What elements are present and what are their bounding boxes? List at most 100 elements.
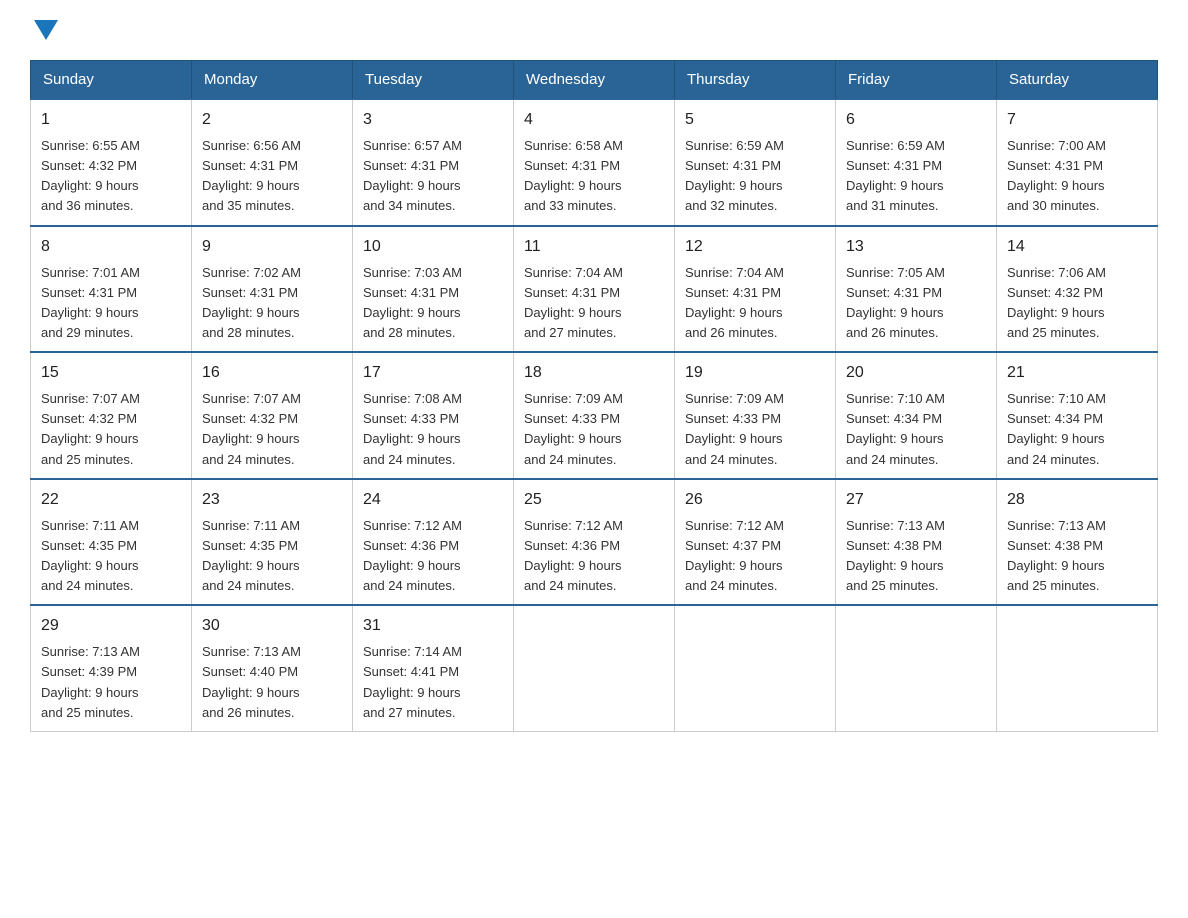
day-number-15: 15 [41,361,181,385]
day-cell-27: 27 Sunrise: 7:13 AMSunset: 4:38 PMDayligh… [836,479,997,606]
day-number-18: 18 [524,361,664,385]
day-number-31: 31 [363,614,503,638]
calendar-header-row: SundayMondayTuesdayWednesdayThursdayFrid… [31,61,1158,100]
day-cell-26: 26 Sunrise: 7:12 AMSunset: 4:37 PMDayligh… [675,479,836,606]
day-cell-15: 15 Sunrise: 7:07 AMSunset: 4:32 PMDayligh… [31,352,192,479]
day-info-13: Sunrise: 7:05 AMSunset: 4:31 PMDaylight:… [846,263,986,344]
day-info-28: Sunrise: 7:13 AMSunset: 4:38 PMDaylight:… [1007,516,1147,597]
day-number-5: 5 [685,108,825,132]
calendar-table: SundayMondayTuesdayWednesdayThursdayFrid… [30,60,1158,732]
header [30,24,1158,40]
empty-cell-w5-d6 [997,605,1158,731]
day-cell-30: 30 Sunrise: 7:13 AMSunset: 4:40 PMDayligh… [192,605,353,731]
header-saturday: Saturday [997,61,1158,100]
day-info-1: Sunrise: 6:55 AMSunset: 4:32 PMDaylight:… [41,136,181,217]
day-cell-20: 20 Sunrise: 7:10 AMSunset: 4:34 PMDayligh… [836,352,997,479]
day-number-8: 8 [41,235,181,259]
day-cell-31: 31 Sunrise: 7:14 AMSunset: 4:41 PMDayligh… [353,605,514,731]
day-info-21: Sunrise: 7:10 AMSunset: 4:34 PMDaylight:… [1007,389,1147,470]
day-info-10: Sunrise: 7:03 AMSunset: 4:31 PMDaylight:… [363,263,503,344]
day-number-11: 11 [524,235,664,259]
day-cell-28: 28 Sunrise: 7:13 AMSunset: 4:38 PMDayligh… [997,479,1158,606]
header-thursday: Thursday [675,61,836,100]
day-cell-3: 3Sunrise: 6:57 AMSunset: 4:31 PMDaylight… [353,99,514,226]
week-row-4: 22 Sunrise: 7:11 AMSunset: 4:35 PMDayligh… [31,479,1158,606]
day-info-20: Sunrise: 7:10 AMSunset: 4:34 PMDaylight:… [846,389,986,470]
day-number-23: 23 [202,488,342,512]
day-number-16: 16 [202,361,342,385]
day-info-11: Sunrise: 7:04 AMSunset: 4:31 PMDaylight:… [524,263,664,344]
header-wednesday: Wednesday [514,61,675,100]
day-info-9: Sunrise: 7:02 AMSunset: 4:31 PMDaylight:… [202,263,342,344]
day-cell-1: 1 Sunrise: 6:55 AMSunset: 4:32 PMDaylight… [31,99,192,226]
empty-cell-w5-d5 [836,605,997,731]
day-info-5: Sunrise: 6:59 AMSunset: 4:31 PMDaylight:… [685,136,825,217]
day-number-4: 4 [524,108,664,132]
day-number-19: 19 [685,361,825,385]
day-cell-14: 14 Sunrise: 7:06 AMSunset: 4:32 PMDayligh… [997,226,1158,353]
day-number-30: 30 [202,614,342,638]
day-number-24: 24 [363,488,503,512]
day-info-31: Sunrise: 7:14 AMSunset: 4:41 PMDaylight:… [363,642,503,723]
header-monday: Monday [192,61,353,100]
day-number-13: 13 [846,235,986,259]
day-cell-4: 4 Sunrise: 6:58 AMSunset: 4:31 PMDaylight… [514,99,675,226]
week-row-1: 1 Sunrise: 6:55 AMSunset: 4:32 PMDaylight… [31,99,1158,226]
day-cell-21: 21 Sunrise: 7:10 AMSunset: 4:34 PMDayligh… [997,352,1158,479]
day-cell-5: 5 Sunrise: 6:59 AMSunset: 4:31 PMDaylight… [675,99,836,226]
day-info-14: Sunrise: 7:06 AMSunset: 4:32 PMDaylight:… [1007,263,1147,344]
day-info-16: Sunrise: 7:07 AMSunset: 4:32 PMDaylight:… [202,389,342,470]
day-cell-29: 29 Sunrise: 7:13 AMSunset: 4:39 PMDayligh… [31,605,192,731]
day-info-15: Sunrise: 7:07 AMSunset: 4:32 PMDaylight:… [41,389,181,470]
header-tuesday: Tuesday [353,61,514,100]
day-info-2: Sunrise: 6:56 AMSunset: 4:31 PMDaylight:… [202,136,342,217]
day-info-23: Sunrise: 7:11 AMSunset: 4:35 PMDaylight:… [202,516,342,597]
day-cell-12: 12Sunrise: 7:04 AMSunset: 4:31 PMDayligh… [675,226,836,353]
day-info-4: Sunrise: 6:58 AMSunset: 4:31 PMDaylight:… [524,136,664,217]
header-friday: Friday [836,61,997,100]
week-row-3: 15 Sunrise: 7:07 AMSunset: 4:32 PMDayligh… [31,352,1158,479]
day-cell-22: 22 Sunrise: 7:11 AMSunset: 4:35 PMDayligh… [31,479,192,606]
day-info-30: Sunrise: 7:13 AMSunset: 4:40 PMDaylight:… [202,642,342,723]
day-info-18: Sunrise: 7:09 AMSunset: 4:33 PMDaylight:… [524,389,664,470]
day-number-22: 22 [41,488,181,512]
day-info-6: Sunrise: 6:59 AMSunset: 4:31 PMDaylight:… [846,136,986,217]
logo [30,24,58,40]
day-number-27: 27 [846,488,986,512]
day-info-19: Sunrise: 7:09 AMSunset: 4:33 PMDaylight:… [685,389,825,470]
week-row-5: 29 Sunrise: 7:13 AMSunset: 4:39 PMDayligh… [31,605,1158,731]
day-number-26: 26 [685,488,825,512]
day-number-29: 29 [41,614,181,638]
day-info-26: Sunrise: 7:12 AMSunset: 4:37 PMDaylight:… [685,516,825,597]
day-cell-23: 23 Sunrise: 7:11 AMSunset: 4:35 PMDayligh… [192,479,353,606]
day-info-17: Sunrise: 7:08 AMSunset: 4:33 PMDaylight:… [363,389,503,470]
day-info-27: Sunrise: 7:13 AMSunset: 4:38 PMDaylight:… [846,516,986,597]
day-number-21: 21 [1007,361,1147,385]
day-cell-7: 7 Sunrise: 7:00 AMSunset: 4:31 PMDaylight… [997,99,1158,226]
day-number-14: 14 [1007,235,1147,259]
day-info-7: Sunrise: 7:00 AMSunset: 4:31 PMDaylight:… [1007,136,1147,217]
day-number-20: 20 [846,361,986,385]
week-row-2: 8 Sunrise: 7:01 AMSunset: 4:31 PMDaylight… [31,226,1158,353]
day-info-22: Sunrise: 7:11 AMSunset: 4:35 PMDaylight:… [41,516,181,597]
day-cell-10: 10Sunrise: 7:03 AMSunset: 4:31 PMDayligh… [353,226,514,353]
day-info-24: Sunrise: 7:12 AMSunset: 4:36 PMDaylight:… [363,516,503,597]
day-cell-19: 19 Sunrise: 7:09 AMSunset: 4:33 PMDayligh… [675,352,836,479]
day-cell-16: 16 Sunrise: 7:07 AMSunset: 4:32 PMDayligh… [192,352,353,479]
empty-cell-w5-d4 [675,605,836,731]
day-number-25: 25 [524,488,664,512]
day-info-12: Sunrise: 7:04 AMSunset: 4:31 PMDaylight:… [685,263,825,344]
day-cell-11: 11 Sunrise: 7:04 AMSunset: 4:31 PMDayligh… [514,226,675,353]
day-cell-8: 8 Sunrise: 7:01 AMSunset: 4:31 PMDaylight… [31,226,192,353]
day-number-7: 7 [1007,108,1147,132]
day-cell-6: 6 Sunrise: 6:59 AMSunset: 4:31 PMDaylight… [836,99,997,226]
day-info-8: Sunrise: 7:01 AMSunset: 4:31 PMDaylight:… [41,263,181,344]
day-info-29: Sunrise: 7:13 AMSunset: 4:39 PMDaylight:… [41,642,181,723]
day-number-17: 17 [363,361,503,385]
day-cell-2: 2Sunrise: 6:56 AMSunset: 4:31 PMDaylight… [192,99,353,226]
logo-triangle-icon [34,20,58,40]
day-number-28: 28 [1007,488,1147,512]
day-number-1: 1 [41,108,181,132]
day-info-3: Sunrise: 6:57 AMSunset: 4:31 PMDaylight:… [363,136,503,217]
day-number-6: 6 [846,108,986,132]
